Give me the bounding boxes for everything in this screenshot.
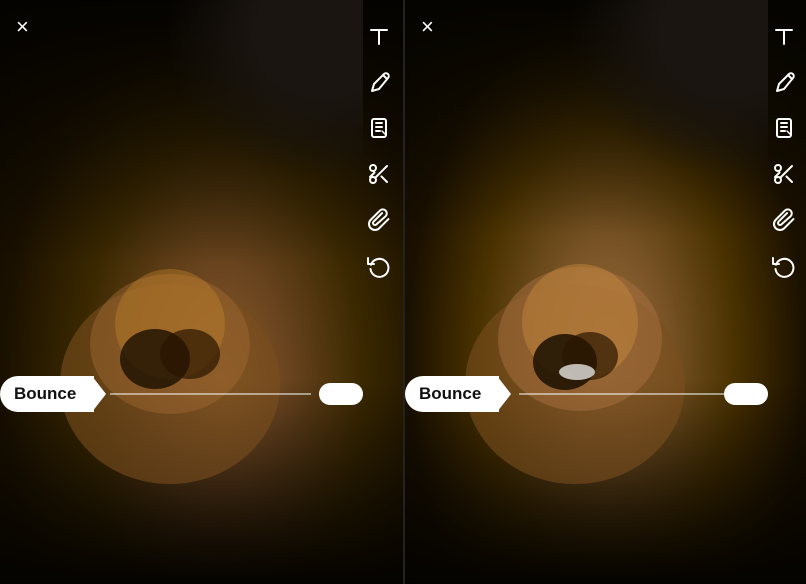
right-text-icon[interactable]: [768, 20, 800, 52]
right-bounce-knob[interactable]: [724, 383, 768, 405]
left-close-button[interactable]: ×: [16, 16, 29, 38]
right-close-button[interactable]: ×: [421, 16, 434, 38]
left-dog-image: [30, 184, 310, 504]
right-pen-icon[interactable]: [768, 66, 800, 98]
right-bounce-bar: Bounce: [405, 376, 768, 412]
left-text-icon[interactable]: [363, 20, 395, 52]
left-scissors-icon[interactable]: [363, 158, 395, 190]
left-sticker-icon[interactable]: [363, 112, 395, 144]
left-bounce-line: [110, 393, 311, 395]
left-bounce-knob[interactable]: [319, 383, 363, 405]
left-pen-icon[interactable]: [363, 66, 395, 98]
right-sticker-icon[interactable]: [768, 112, 800, 144]
right-bounce-line: [519, 393, 724, 395]
left-dark-overlay: [163, 0, 363, 180]
left-bounce-bar: Bounce: [0, 376, 363, 412]
right-scissors-icon[interactable]: [768, 158, 800, 190]
right-panel: ×: [405, 0, 806, 584]
right-paperclip-icon[interactable]: [768, 204, 800, 236]
left-toolbar: [363, 20, 395, 282]
left-redo-icon[interactable]: [363, 250, 395, 282]
right-dark-overlay: [568, 0, 768, 180]
left-paperclip-icon[interactable]: [363, 204, 395, 236]
left-panel: ×: [0, 0, 403, 584]
right-bounce-label[interactable]: Bounce: [405, 376, 499, 412]
right-toolbar: [768, 20, 800, 282]
left-bounce-label[interactable]: Bounce: [0, 376, 94, 412]
right-redo-icon[interactable]: [768, 250, 800, 282]
right-dog-image: [435, 184, 715, 504]
